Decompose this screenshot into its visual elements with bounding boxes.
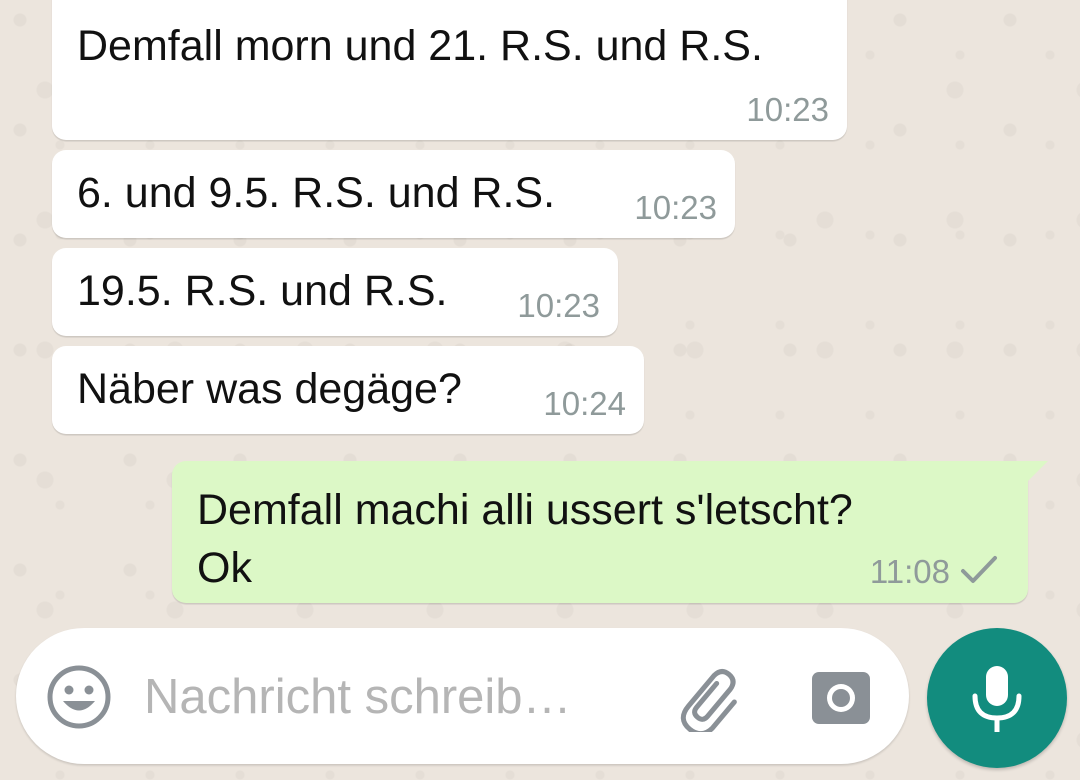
message-time: 10:23 — [746, 91, 829, 128]
emoji-icon[interactable] — [46, 664, 112, 730]
camera-icon[interactable] — [810, 668, 872, 726]
message-composer — [16, 628, 909, 764]
message-text: 6. und 9.5. R.S. und R.S. — [77, 169, 556, 217]
outgoing-message[interactable]: Demfall machi alli ussert s'letscht? Ok … — [172, 461, 1048, 603]
message-time: 11:08 — [869, 553, 950, 590]
message-text: Näber was degäge? — [77, 365, 462, 413]
message-time: 10:23 — [517, 287, 600, 324]
message-text: Demfall machi alli ussert s'letscht? Ok — [197, 486, 853, 592]
incoming-message[interactable]: Näber was degäge? 10:24 — [52, 346, 644, 434]
microphone-icon — [972, 666, 1022, 732]
message-text: 19.5. R.S. und R.S. — [77, 267, 448, 315]
single-check-icon — [961, 556, 997, 583]
message-time: 10:23 — [634, 189, 717, 226]
paperclip-icon[interactable] — [676, 666, 746, 732]
incoming-message[interactable]: Demfall morn und 21. R.S. und R.S. 10:23 — [52, 0, 847, 140]
message-list: Demfall morn und 21. R.S. und R.S. 10:23… — [0, 0, 1080, 620]
message-input[interactable] — [144, 662, 644, 732]
voice-record-button[interactable] — [927, 628, 1067, 768]
message-text: Demfall morn und 21. R.S. und R.S. — [77, 22, 763, 70]
message-time: 10:24 — [543, 385, 626, 422]
incoming-message[interactable]: 19.5. R.S. und R.S. 10:23 — [52, 248, 618, 336]
incoming-message[interactable]: 6. und 9.5. R.S. und R.S. 10:23 — [52, 150, 735, 238]
